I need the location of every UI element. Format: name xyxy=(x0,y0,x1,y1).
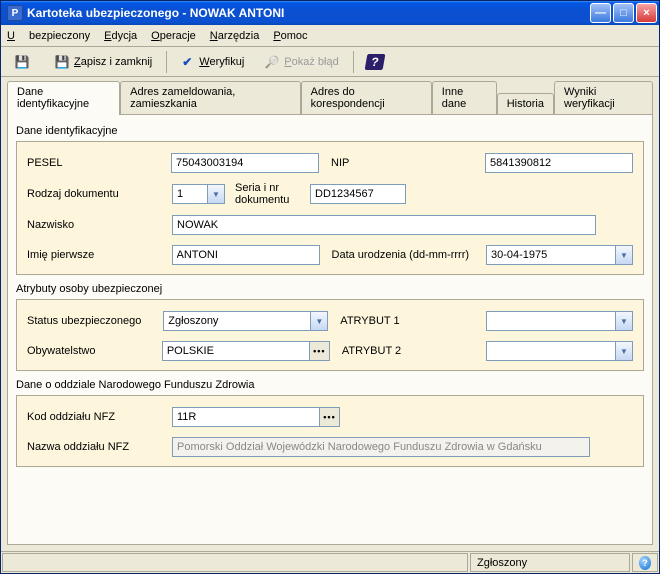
menu-edycja[interactable]: Edycja xyxy=(104,30,137,42)
input-obywatelstwo[interactable] xyxy=(162,341,310,361)
verify-label: Weryfikuj xyxy=(199,56,244,68)
ellipsis-icon[interactable]: ••• xyxy=(310,341,330,361)
input-nazwa-nfz xyxy=(172,437,590,457)
menu-operacje[interactable]: Operacje xyxy=(151,30,196,42)
input-imie[interactable] xyxy=(172,245,320,265)
input-kod-nfz[interactable] xyxy=(172,407,320,427)
section-title-identyfikacyjne: Dane identyfikacyjne xyxy=(16,125,644,137)
status-text: Zgłoszony xyxy=(470,553,630,572)
close-button[interactable]: × xyxy=(636,3,657,23)
combo-atrybut1[interactable]: ▼ xyxy=(486,311,633,331)
input-data-urodzenia[interactable] xyxy=(486,245,616,265)
group-nfz: Kod oddziału NFZ ••• Nazwa oddziału NFZ xyxy=(16,395,644,467)
label-obywatelstwo: Obywatelstwo xyxy=(27,345,162,357)
label-atrybut1: ATRYBUT 1 xyxy=(340,315,486,327)
label-atrybut2: ATRYBUT 2 xyxy=(342,345,486,357)
input-seria-nr[interactable] xyxy=(310,184,406,204)
help-icon: ? xyxy=(364,54,385,70)
combo-obywatelstwo[interactable]: ••• xyxy=(162,341,330,361)
toolbar: 💾 💾 Zapisz i zamknij ✔ Weryfikuj 🔎 Pokaż… xyxy=(1,47,659,77)
status-help-button[interactable]: ? xyxy=(632,553,658,572)
label-pesel: PESEL xyxy=(27,157,171,169)
label-imie: Imię pierwsze xyxy=(27,249,172,261)
chevron-down-icon[interactable]: ▼ xyxy=(311,311,328,331)
input-nazwisko[interactable] xyxy=(172,215,596,235)
separator xyxy=(353,51,354,73)
combo-status[interactable]: ▼ xyxy=(163,311,328,331)
app-icon: P xyxy=(7,5,23,21)
chevron-down-icon[interactable]: ▼ xyxy=(616,311,633,331)
input-atrybut1[interactable] xyxy=(486,311,616,331)
minimize-button[interactable]: — xyxy=(590,3,611,23)
combo-data-urodzenia[interactable]: ▼ xyxy=(486,245,633,265)
tab-adres-zameldowania[interactable]: Adres zameldowania, zamieszkania xyxy=(120,81,301,114)
menu-narzedzia[interactable]: Narzędzia xyxy=(210,30,260,42)
group-atrybuty: Status ubezpieczonego ▼ ATRYBUT 1 ▼ Obyw… xyxy=(16,299,644,371)
help-button[interactable]: ? xyxy=(357,50,397,74)
warn-icon: 🔎 xyxy=(264,54,280,70)
tab-inne-dane[interactable]: Inne dane xyxy=(432,81,497,114)
section-title-nfz: Dane o oddziale Narodowego Funduszu Zdro… xyxy=(16,379,644,391)
input-atrybut2[interactable] xyxy=(486,341,616,361)
status-left xyxy=(2,553,468,572)
floppy-red-icon: 💾 xyxy=(54,54,70,70)
verify-button[interactable]: ✔ Weryfikuj xyxy=(170,50,253,74)
label-kod-nfz: Kod oddziału NFZ xyxy=(27,411,172,423)
menu-pomoc[interactable]: Pomoc xyxy=(273,30,307,42)
input-pesel[interactable] xyxy=(171,153,319,173)
save-button[interactable]: 💾 xyxy=(5,50,43,74)
save-close-label: Zapisz i zamknij xyxy=(74,56,152,68)
label-data-urodzenia: Data urodzenia (dd-mm-rrrr) xyxy=(332,250,486,261)
tab-wyniki-weryfikacji[interactable]: Wyniki weryfikacji xyxy=(554,81,653,114)
show-error-button: 🔎 Pokaż błąd xyxy=(255,50,347,74)
input-nip[interactable] xyxy=(485,153,633,173)
section-title-atrybuty: Atrybuty osoby ubezpieczonej xyxy=(16,283,644,295)
combo-kod-nfz[interactable]: ••• xyxy=(172,407,340,427)
separator xyxy=(166,51,167,73)
chevron-down-icon[interactable]: ▼ xyxy=(616,341,633,361)
label-rodzaj-dokumentu: Rodzaj dokumentu xyxy=(27,188,172,200)
tab-adres-korespondencji[interactable]: Adres do korespondencji xyxy=(301,81,432,114)
input-status[interactable] xyxy=(163,311,311,331)
combo-rodzaj-dokumentu[interactable]: ▼ xyxy=(172,184,225,204)
tab-dane-identyfikacyjne[interactable]: Dane identyfikacyjne xyxy=(7,81,120,115)
chevron-down-icon[interactable]: ▼ xyxy=(616,245,633,265)
statusbar: Zgłoszony ? xyxy=(1,551,659,573)
content-area: Dane identyfikacyjne PESEL NIP Rodzaj do… xyxy=(1,114,659,551)
combo-atrybut2[interactable]: ▼ xyxy=(486,341,633,361)
maximize-button[interactable]: □ xyxy=(613,3,634,23)
app-window: P Kartoteka ubezpieczonego - NOWAK ANTON… xyxy=(0,0,660,574)
tab-historia[interactable]: Historia xyxy=(497,93,554,114)
input-rodzaj-dokumentu[interactable] xyxy=(172,184,208,204)
label-nip: NIP xyxy=(331,157,485,169)
save-close-button[interactable]: 💾 Zapisz i zamknij xyxy=(45,50,161,74)
label-seria-nr: Seria i nr dokumentu xyxy=(235,182,310,206)
help-circle-icon: ? xyxy=(639,556,651,570)
label-status: Status ubezpieczonego xyxy=(27,315,163,327)
group-identyfikacyjne: PESEL NIP Rodzaj dokumentu ▼ Seria i nr … xyxy=(16,141,644,275)
floppy-icon: 💾 xyxy=(14,54,30,70)
ellipsis-icon[interactable]: ••• xyxy=(320,407,340,427)
menu-ubezpieczony[interactable]: Ubezpieczony xyxy=(7,30,90,42)
label-nazwisko: Nazwisko xyxy=(27,219,172,231)
tabbar: Dane identyfikacyjne Adres zameldowania,… xyxy=(1,77,659,114)
show-error-label: Pokaż błąd xyxy=(284,56,338,68)
titlebar[interactable]: P Kartoteka ubezpieczonego - NOWAK ANTON… xyxy=(1,1,659,25)
label-nazwa-nfz: Nazwa oddziału NFZ xyxy=(27,441,172,453)
window-title: Kartoteka ubezpieczonego - NOWAK ANTONI xyxy=(27,6,590,20)
check-icon: ✔ xyxy=(179,54,195,70)
chevron-down-icon[interactable]: ▼ xyxy=(208,184,225,204)
menubar: Ubezpieczony Edycja Operacje Narzędzia P… xyxy=(1,25,659,47)
